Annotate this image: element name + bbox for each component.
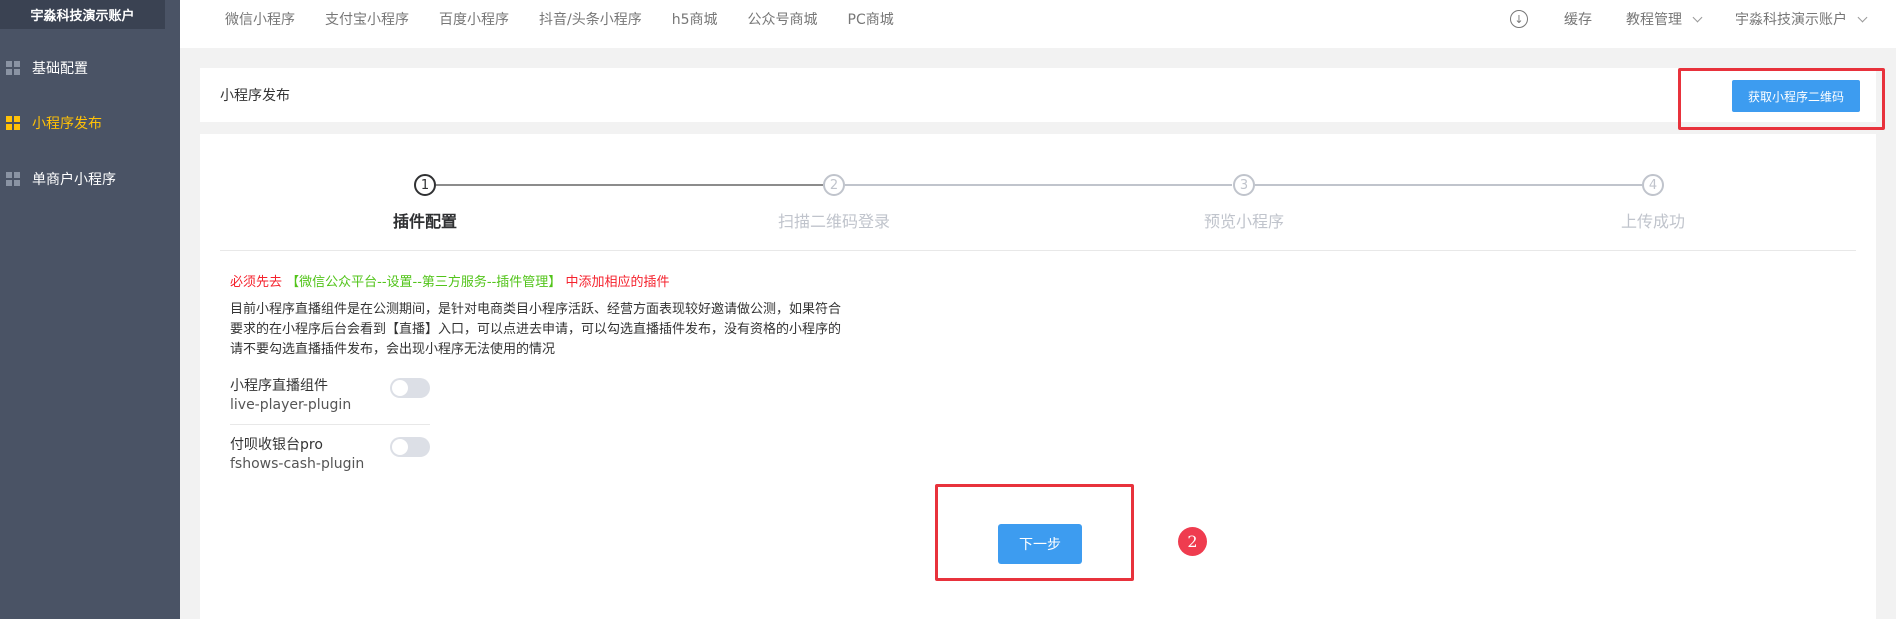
page-title: 小程序发布 <box>220 88 290 104</box>
plugin-code: live-player-plugin <box>230 397 352 413</box>
plugin-notice: 必须先去 【微信公众平台--设置--第三方服务--插件管理】 中添加相应的插件 <box>230 271 669 290</box>
highlight-box-2 <box>935 484 1134 581</box>
step-connector <box>845 184 1232 186</box>
nav-h5-mall[interactable]: h5商城 <box>672 9 718 29</box>
step-4-label: 上传成功 <box>1620 212 1685 231</box>
plugin-code: fshows-cash-plugin <box>230 456 365 472</box>
live-player-plugin-toggle[interactable] <box>390 378 430 398</box>
divider <box>220 250 1856 251</box>
notice-path: 【微信公众平台--设置--第三方服务--插件管理】 <box>286 275 562 290</box>
annotation-badge-2: 2 <box>1178 527 1207 556</box>
sidebar-item-miniprogram-publish[interactable]: 小程序发布 <box>0 103 180 143</box>
step-1-label: 插件配置 <box>392 212 457 231</box>
sidebar-item-single-merchant[interactable]: 单商户小程序 <box>0 159 180 199</box>
brand-title: 宇淼科技演示账户 <box>0 0 165 29</box>
download-icon[interactable]: ↓ <box>1510 10 1528 28</box>
tutorial-dropdown[interactable]: 教程管理 <box>1626 9 1703 29</box>
sidebar: 宇淼科技演示账户 基础配置 小程序发布 单商户小程序 <box>0 0 180 619</box>
top-right-menu: ↓ 缓存 教程管理 宇淼科技演示账户 <box>1510 0 1868 38</box>
account-label: 宇淼科技演示账户 <box>1735 12 1847 28</box>
nav-douyin-miniprogram[interactable]: 抖音/头条小程序 <box>539 9 642 29</box>
step-connector <box>436 184 823 186</box>
toggle-knob <box>392 380 408 396</box>
page-header: 小程序发布 获取小程序二维码 <box>200 68 1876 122</box>
toggle-knob <box>392 439 408 455</box>
nav-official-account-mall[interactable]: 公众号商城 <box>748 9 818 29</box>
nav-wechat-miniprogram[interactable]: 微信小程序 <box>225 9 295 29</box>
step-connector <box>1255 184 1642 186</box>
chevron-down-icon <box>1857 12 1868 22</box>
step-3-circle: 3 <box>1233 174 1255 196</box>
step-2-label: 扫描二维码登录 <box>777 212 890 231</box>
sidebar-item-label: 小程序发布 <box>32 116 102 132</box>
highlight-box-1 <box>1678 68 1885 130</box>
step-4-circle: 4 <box>1642 174 1664 196</box>
nav-alipay-miniprogram[interactable]: 支付宝小程序 <box>325 9 409 29</box>
fshows-cash-plugin-toggle[interactable] <box>390 437 430 457</box>
live-plugin-description: 目前小程序直播组件是在公测期间，是针对电商类目小程序活跃、经营方面表现较好邀请做… <box>230 302 842 357</box>
tutorial-label: 教程管理 <box>1626 12 1682 28</box>
notice-suffix: 中添加相应的插件 <box>565 275 670 290</box>
sidebar-item-basic-config[interactable]: 基础配置 <box>0 48 180 88</box>
top-nav: 微信小程序 支付宝小程序 百度小程序 抖音/头条小程序 h5商城 公众号商城 P… <box>225 0 924 38</box>
step-2-circle: 2 <box>823 174 845 196</box>
cache-link[interactable]: 缓存 <box>1564 9 1592 29</box>
account-dropdown[interactable]: 宇淼科技演示账户 <box>1735 9 1868 29</box>
grid-icon <box>6 116 20 130</box>
top-bar: 微信小程序 支付宝小程序 百度小程序 抖音/头条小程序 h5商城 公众号商城 P… <box>180 0 1896 48</box>
step-3-label: 预览小程序 <box>1203 212 1284 231</box>
step-1-circle: 1 <box>414 174 436 196</box>
plugin-divider <box>230 424 430 425</box>
grid-icon <box>6 172 20 186</box>
sidebar-item-label: 单商户小程序 <box>32 172 116 188</box>
notice-prefix: 必须先去 <box>230 275 283 290</box>
nav-baidu-miniprogram[interactable]: 百度小程序 <box>439 9 509 29</box>
nav-pc-mall[interactable]: PC商城 <box>848 9 894 29</box>
grid-icon <box>6 61 20 75</box>
sidebar-item-label: 基础配置 <box>32 61 88 77</box>
chevron-down-icon <box>1692 12 1703 22</box>
